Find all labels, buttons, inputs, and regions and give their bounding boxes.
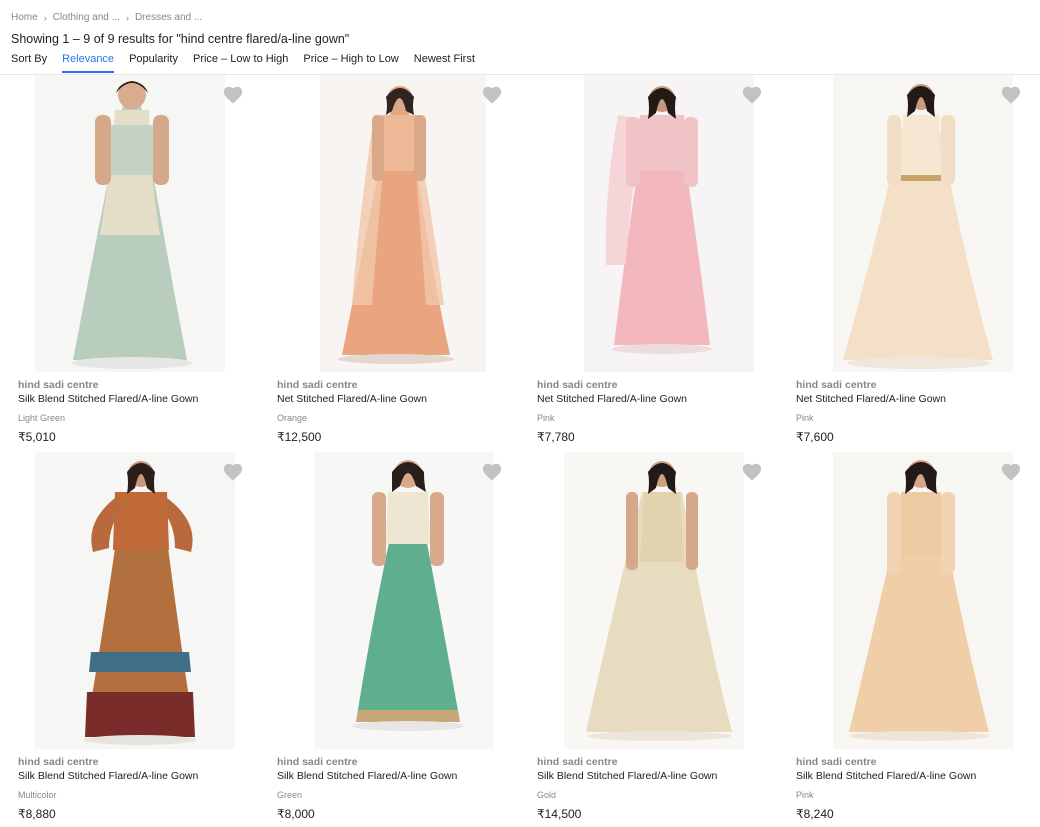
- sort-option-popularity[interactable]: Popularity: [129, 53, 178, 71]
- breadcrumb-clothing[interactable]: Clothing and ...: [53, 12, 120, 23]
- product-color: Orange: [277, 413, 308, 423]
- gown-image: [832, 452, 1013, 749]
- heart-icon[interactable]: [222, 84, 244, 106]
- sort-option-relevance[interactable]: Relevance: [62, 53, 115, 73]
- gown-image: [832, 75, 1013, 372]
- heart-icon[interactable]: [481, 84, 503, 106]
- product-title[interactable]: Silk Blend Stitched Flared/A-line Gown: [18, 393, 198, 405]
- product-card[interactable]: hind sadi centre Silk Blend Stitched Fla…: [519, 452, 778, 827]
- breadcrumb: Home › Clothing and ... › Dresses and ..…: [11, 12, 202, 23]
- product-price: ₹7,600: [796, 430, 834, 444]
- gown-image: [583, 75, 754, 372]
- product-card[interactable]: hind sadi centre Silk Blend Stitched Fla…: [778, 452, 1037, 827]
- heart-icon[interactable]: [741, 84, 763, 106]
- product-price: ₹7,780: [537, 430, 575, 444]
- product-title[interactable]: Silk Blend Stitched Flared/A-line Gown: [796, 770, 976, 782]
- product-price: ₹14,500: [537, 807, 582, 821]
- product-price: ₹12,500: [277, 430, 322, 444]
- results-header: Home › Clothing and ... › Dresses and ..…: [0, 0, 1040, 75]
- product-card[interactable]: hind sadi centre Silk Blend Stitched Fla…: [0, 452, 259, 827]
- product-brand: hind sadi centre: [18, 756, 99, 768]
- chevron-right-icon: ›: [43, 12, 47, 23]
- product-brand: hind sadi centre: [18, 379, 99, 391]
- sort-option-price-high-low[interactable]: Price – High to Low: [303, 53, 398, 71]
- product-title[interactable]: Net Stitched Flared/A-line Gown: [537, 393, 687, 405]
- product-color: Pink: [796, 413, 814, 423]
- product-image[interactable]: [259, 75, 518, 372]
- product-card[interactable]: hind sadi centre Net Stitched Flared/A-l…: [778, 75, 1037, 452]
- product-title[interactable]: Net Stitched Flared/A-line Gown: [277, 393, 427, 405]
- product-card[interactable]: hind sadi centre Silk Blend Stitched Fla…: [0, 75, 259, 452]
- product-price: ₹8,240: [796, 807, 834, 821]
- product-brand: hind sadi centre: [537, 379, 618, 391]
- product-color: Green: [277, 790, 303, 800]
- gown-image: [34, 75, 225, 372]
- heart-icon[interactable]: [481, 461, 503, 483]
- product-brand: hind sadi centre: [796, 756, 877, 768]
- product-price: ₹8,000: [277, 807, 315, 821]
- product-image[interactable]: [259, 452, 518, 749]
- product-image[interactable]: [778, 75, 1037, 372]
- product-price: ₹8,880: [18, 807, 56, 821]
- product-brand: hind sadi centre: [277, 756, 358, 768]
- gown-image: [319, 75, 486, 372]
- product-image[interactable]: [519, 452, 778, 749]
- results-count-title: Showing 1 – 9 of 9 results for "hind cen…: [11, 32, 350, 46]
- product-brand: hind sadi centre: [537, 756, 618, 768]
- breadcrumb-home[interactable]: Home: [11, 12, 38, 23]
- product-title[interactable]: Silk Blend Stitched Flared/A-line Gown: [18, 770, 198, 782]
- product-color: Multicolor: [18, 790, 57, 800]
- product-brand: hind sadi centre: [277, 379, 358, 391]
- product-card[interactable]: hind sadi centre Silk Blend Stitched Fla…: [259, 452, 518, 827]
- product-image[interactable]: [0, 75, 259, 372]
- heart-icon[interactable]: [222, 461, 244, 483]
- product-title[interactable]: Silk Blend Stitched Flared/A-line Gown: [277, 770, 457, 782]
- product-color: Gold: [537, 790, 557, 800]
- breadcrumb-dresses[interactable]: Dresses and ...: [135, 12, 202, 23]
- heart-icon[interactable]: [1000, 461, 1022, 483]
- product-image[interactable]: [0, 452, 259, 749]
- product-color: Light Green: [18, 413, 66, 423]
- product-color: Pink: [537, 413, 555, 423]
- sort-by-label: Sort By: [11, 53, 48, 65]
- product-color: Pink: [796, 790, 814, 800]
- product-card[interactable]: hind sadi centre Net Stitched Flared/A-l…: [259, 75, 518, 452]
- product-card[interactable]: hind sadi centre Net Stitched Flared/A-l…: [519, 75, 778, 452]
- product-price: ₹5,010: [18, 430, 56, 444]
- gown-image: [313, 452, 494, 749]
- sort-bar: Sort By Relevance Popularity Price – Low…: [11, 53, 490, 75]
- sort-option-newest[interactable]: Newest First: [414, 53, 475, 71]
- gown-image: [34, 452, 235, 749]
- product-image[interactable]: [778, 452, 1037, 749]
- product-brand: hind sadi centre: [796, 379, 877, 391]
- gown-image: [563, 452, 744, 749]
- product-image[interactable]: [519, 75, 778, 372]
- product-title[interactable]: Net Stitched Flared/A-line Gown: [796, 393, 946, 405]
- product-title[interactable]: Silk Blend Stitched Flared/A-line Gown: [537, 770, 717, 782]
- heart-icon[interactable]: [741, 461, 763, 483]
- sort-option-price-low-high[interactable]: Price – Low to High: [193, 53, 288, 71]
- chevron-right-icon: ›: [125, 12, 129, 23]
- heart-icon[interactable]: [1000, 84, 1022, 106]
